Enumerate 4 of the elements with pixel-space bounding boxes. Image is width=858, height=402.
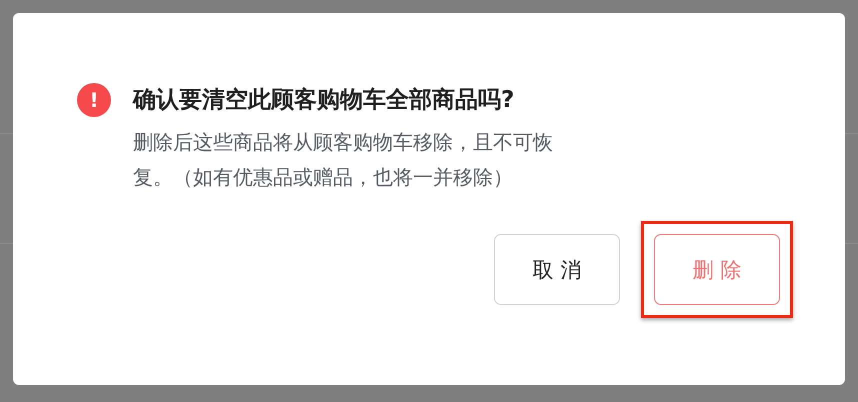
dialog-message: 删除后这些商品将从顾客购物车移除，且不可恢复。（如有优惠品或赠品，也将一并移除）	[133, 129, 554, 191]
dialog-title: 确认要清空此顾客购物车全部商品吗?	[133, 86, 516, 115]
cancel-button[interactable]: 取 消	[494, 234, 620, 305]
warning-icon: !	[77, 83, 111, 117]
